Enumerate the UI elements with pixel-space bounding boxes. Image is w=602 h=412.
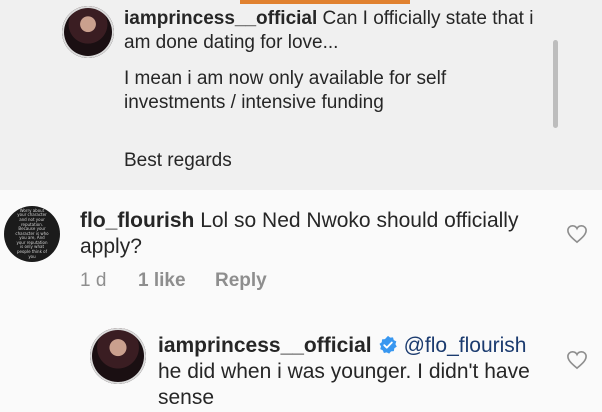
comment-likes[interactable]: 1 like <box>138 270 186 292</box>
verified-badge-icon <box>379 335 397 354</box>
caption-text-5: Best regards <box>124 150 232 171</box>
comment-avatar[interactable]: Worry about your character and not your … <box>4 206 60 262</box>
reply-username[interactable]: iamprincess__official <box>158 334 372 357</box>
caption-username[interactable]: iamprincess__official <box>124 8 317 29</box>
avatar-quote-text: Worry about your character and not your … <box>15 207 49 259</box>
reply-text-2: sense <box>158 386 215 409</box>
caption-text-1: Can I officially state that i <box>322 8 534 29</box>
comment-text-1: Lol so Ned Nwoko should officially <box>200 209 519 232</box>
reply-button[interactable]: Reply <box>215 270 267 292</box>
comment-text-2: apply? <box>80 235 142 258</box>
comment-username[interactable]: flo_flourish <box>80 209 194 232</box>
scrollbar[interactable] <box>553 40 558 128</box>
comment-time: 1 d <box>80 270 107 291</box>
reply-text-1: he did when i was younger. I didn't have <box>158 360 530 383</box>
caption-line-1: iamprincess__official Can I officially s… <box>124 8 533 30</box>
caption-text-3: I mean i am now only available for self <box>124 68 447 89</box>
heart-icon[interactable] <box>566 224 588 244</box>
comment-line-1: flo_flourish Lol so Ned Nwoko should off… <box>80 209 518 233</box>
reply-line-1: iamprincess__official @flo_flourish <box>158 334 526 358</box>
reply-avatar[interactable] <box>90 328 146 384</box>
heart-icon[interactable] <box>566 350 588 370</box>
accent-bar <box>240 0 410 4</box>
caption-text-4: investments / intensive funding <box>124 92 384 113</box>
caption-text-2: am done dating for love... <box>124 32 339 53</box>
caption-avatar[interactable] <box>62 6 114 58</box>
reply-mention[interactable]: @flo_flourish <box>404 334 527 357</box>
